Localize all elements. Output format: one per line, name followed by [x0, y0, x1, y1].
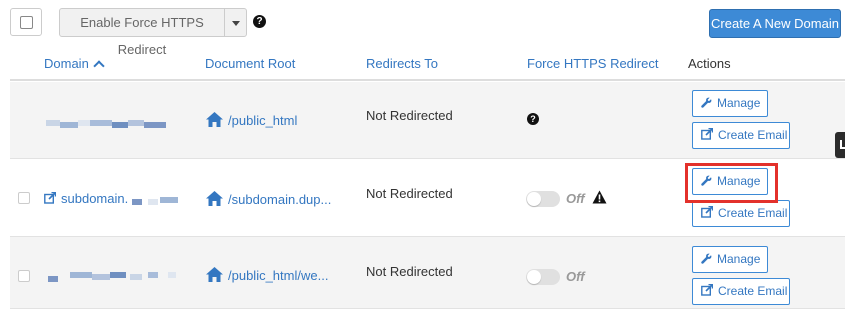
toolbar: Enable Force HTTPS Redirect ? Create A N… [0, 0, 845, 57]
column-header-redirects-to[interactable]: Redirects To [366, 56, 438, 71]
side-panel-tab[interactable] [835, 132, 845, 158]
redacted-domain [46, 120, 166, 128]
document-root-text[interactable]: /public_html/we... [228, 268, 328, 283]
manage-label[interactable]: Manage [717, 96, 760, 110]
column-header-domain[interactable]: Domain [44, 56, 105, 72]
wrench-icon [701, 253, 712, 264]
toggle-state-label: Off [566, 191, 585, 206]
home-icon [206, 267, 223, 282]
create-email-button[interactable]: Create Email [692, 200, 790, 227]
create-email-label[interactable]: Create Email [718, 284, 787, 298]
create-email-label[interactable]: Create Email [718, 206, 787, 220]
table-row: /public_html/we... Not Redirected Off Ma… [10, 237, 845, 309]
redacted-domain [132, 197, 180, 207]
document-root-text[interactable]: /public_html [228, 113, 297, 128]
manage-button[interactable]: Manage [692, 246, 768, 273]
caret-down-icon[interactable] [224, 8, 247, 37]
create-new-domain-button[interactable]: Create A New Domain [709, 9, 841, 38]
force-https-toggle[interactable] [526, 191, 560, 207]
domain-text[interactable]: subdomain. [61, 191, 128, 206]
enable-force-https-button[interactable]: Enable Force HTTPS Redirect [59, 8, 225, 57]
table-row: /public_html Not Redirected ? Manage Cre… [10, 82, 845, 159]
row-checkbox[interactable] [18, 192, 30, 204]
document-root-text[interactable]: /subdomain.dup... [228, 192, 331, 207]
document-root-link[interactable]: /subdomain.dup... [206, 191, 331, 207]
edit-icon [701, 127, 714, 140]
manage-button[interactable]: Manage [692, 90, 768, 117]
column-header-domain-label[interactable]: Domain [44, 56, 89, 71]
sort-up-icon[interactable] [93, 60, 105, 72]
column-header-force-https[interactable]: Force HTTPS Redirect [527, 56, 658, 71]
column-header-document-root[interactable]: Document Root [205, 56, 295, 71]
help-icon[interactable]: ? [253, 15, 266, 28]
redacted-domain [48, 272, 178, 282]
document-root-link[interactable]: /public_html/we... [206, 267, 328, 283]
toggle-knob[interactable] [527, 270, 541, 284]
column-header-actions: Actions [688, 56, 731, 71]
manage-label[interactable]: Manage [717, 252, 760, 266]
redirects-to-text: Not Redirected [366, 108, 453, 123]
redirects-to-text: Not Redirected [366, 186, 453, 201]
row-checkbox[interactable] [18, 270, 30, 282]
table-header: Domain Document Root Redirects To Force … [10, 46, 845, 81]
redirects-to-text: Not Redirected [366, 264, 453, 279]
manage-button-highlight [685, 163, 778, 203]
force-https-toggle[interactable] [526, 269, 560, 285]
edit-icon [701, 283, 714, 296]
home-icon [206, 112, 223, 127]
edit-icon [701, 205, 714, 218]
wrench-icon [701, 97, 712, 108]
domain-link[interactable]: subdomain. [44, 191, 128, 206]
external-link-icon [44, 192, 56, 204]
create-email-button[interactable]: Create Email [692, 122, 790, 149]
help-icon[interactable]: ? [527, 113, 539, 125]
document-root-link[interactable]: /public_html [206, 112, 297, 128]
checkbox-square[interactable] [20, 16, 33, 29]
warning-icon[interactable] [592, 190, 607, 204]
create-email-label[interactable]: Create Email [718, 128, 787, 142]
select-all-checkbox[interactable] [10, 8, 42, 36]
toggle-knob[interactable] [527, 192, 541, 206]
create-email-button[interactable]: Create Email [692, 278, 790, 305]
home-icon [206, 191, 223, 206]
toggle-state-label: Off [566, 269, 585, 284]
